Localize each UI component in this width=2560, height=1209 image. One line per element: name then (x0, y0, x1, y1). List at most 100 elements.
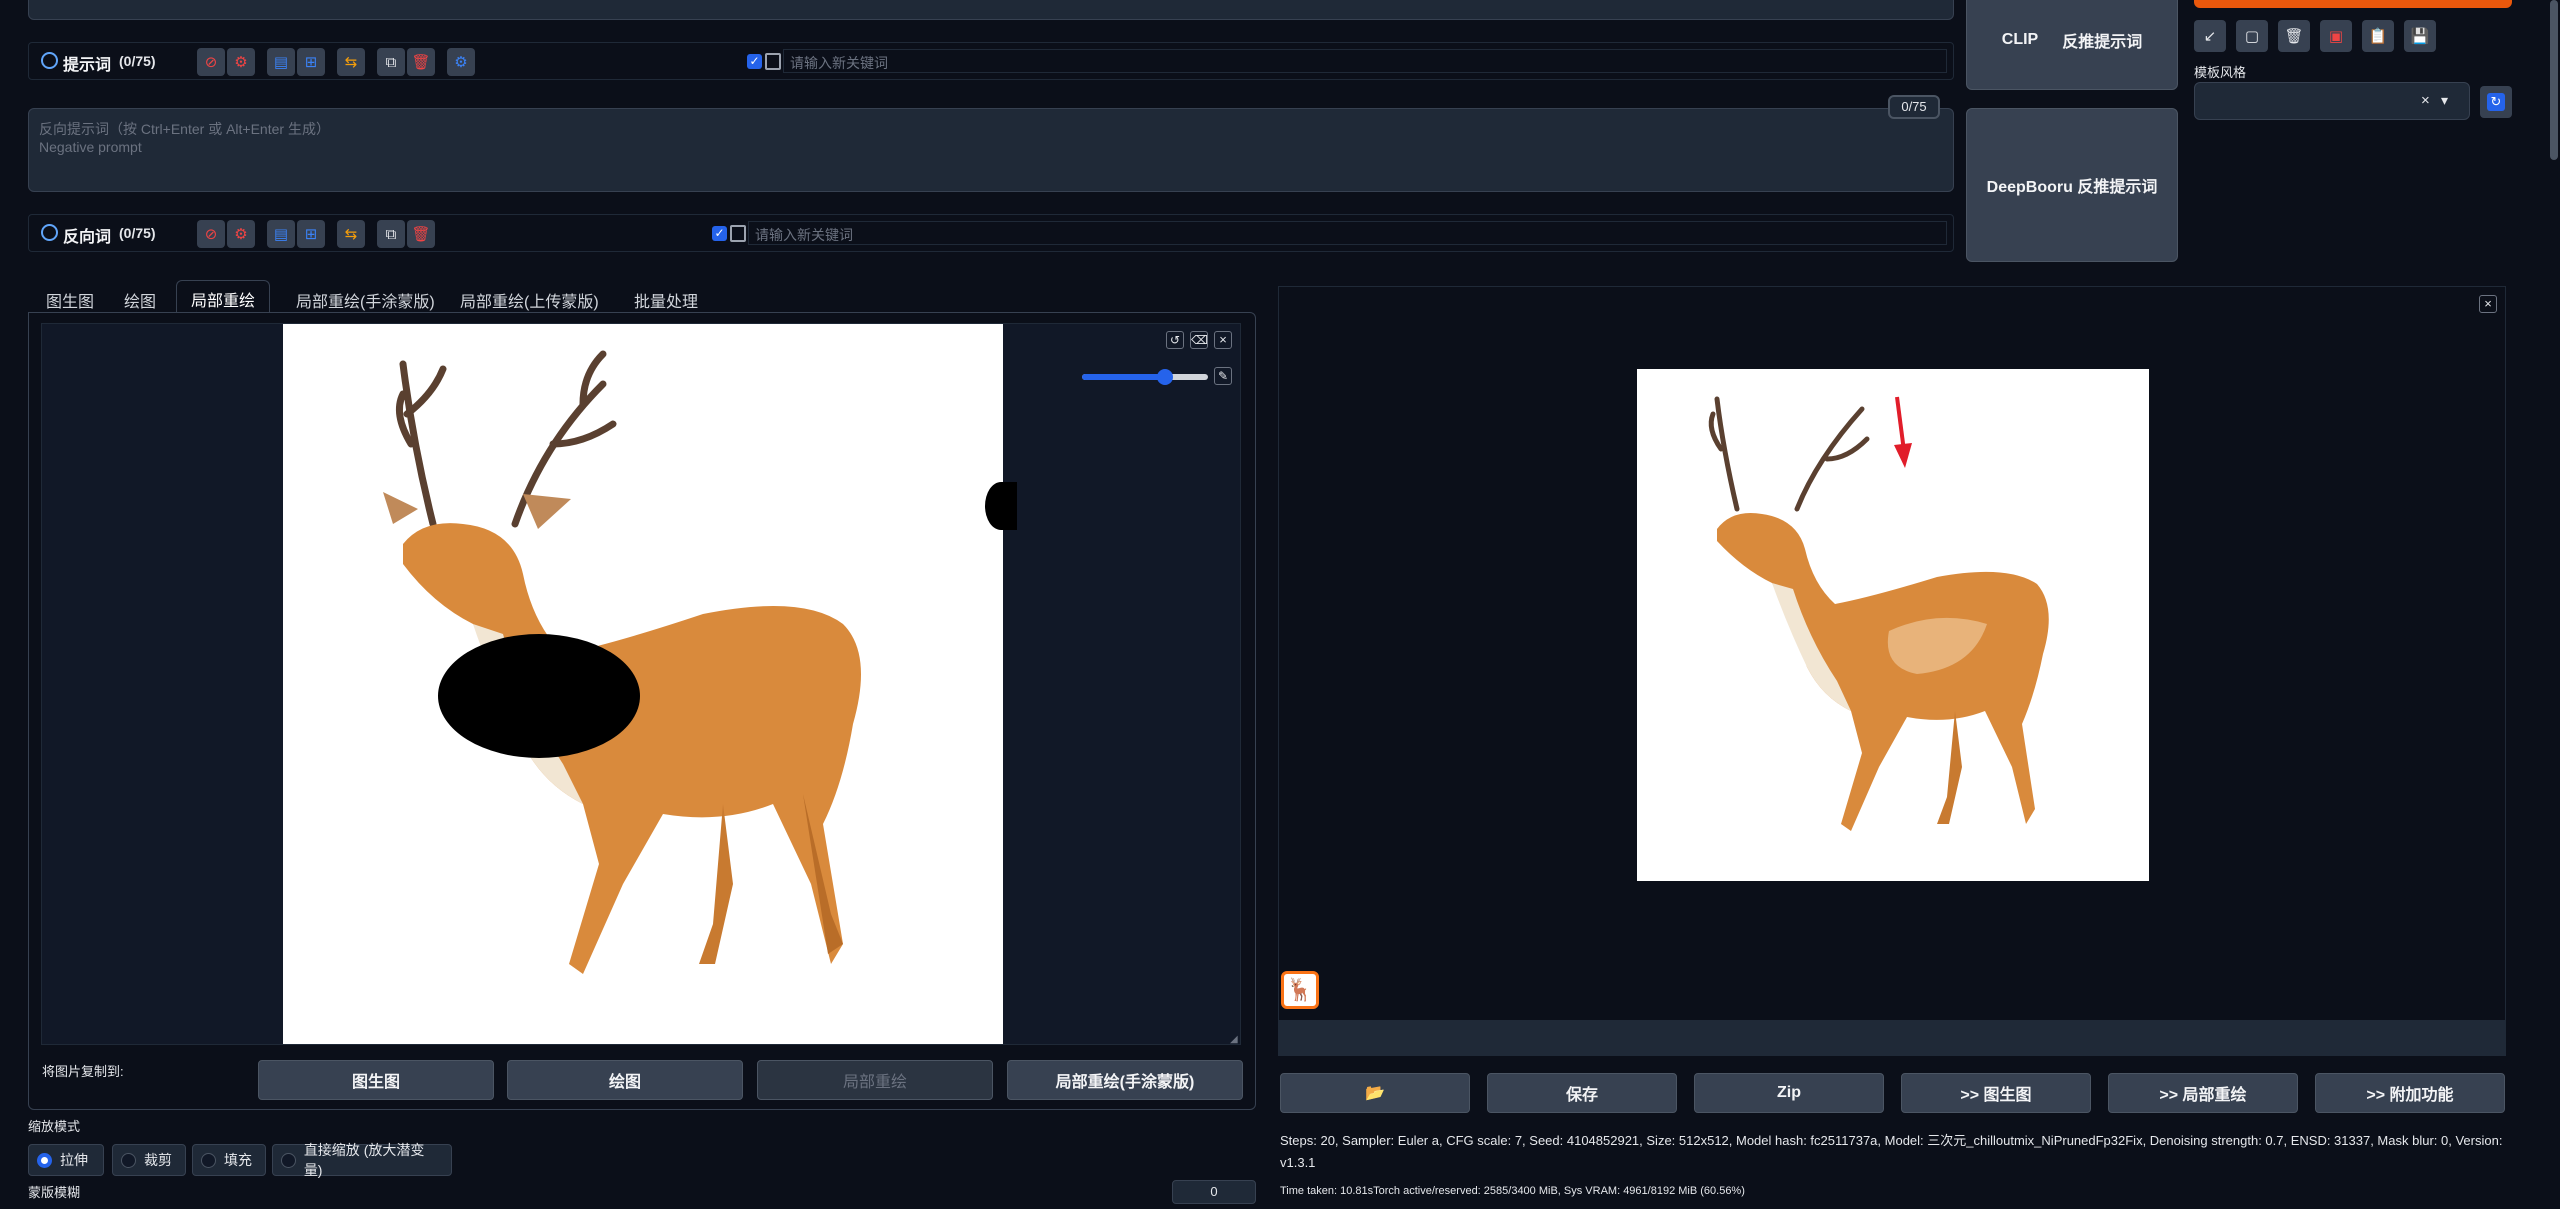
negative-trash-icon[interactable]: 🗑 (407, 220, 435, 248)
open-folder-button[interactable]: 📂 (1280, 1073, 1470, 1113)
negative-keyword-toggle-icon[interactable] (730, 225, 746, 242)
slider-fill (1082, 374, 1164, 380)
negative-collapse-icon[interactable] (41, 224, 58, 241)
resize-mode-crop[interactable]: 裁剪 (112, 1144, 186, 1176)
scrollbar-thumb[interactable] (2550, 0, 2558, 160)
generation-info: Steps: 20, Sampler: Euler a, CFG scale: … (1280, 1133, 2503, 1170)
brush-icon[interactable]: ✎ (1214, 367, 1232, 385)
trash-style-icon[interactable]: 🗑 (2278, 20, 2310, 52)
negative-keyword-input[interactable]: 请输入新关键词 (748, 221, 1947, 245)
send-to-img2img-button[interactable]: >> 图生图 (1901, 1073, 2091, 1113)
collapse-check-icon[interactable] (41, 52, 58, 69)
resize-mode-latent[interactable]: 直接缩放 (放大潜变量) (272, 1142, 452, 1178)
generate-button[interactable] (2194, 0, 2512, 8)
delete-all-icon[interactable]: ⊘ (197, 48, 225, 76)
styles-dropdown[interactable]: × ▾ (2194, 82, 2470, 120)
copy-prompt-icon[interactable]: ▤ (267, 48, 295, 76)
settings-red-icon[interactable]: ⚙ (227, 48, 255, 76)
inpaint-panel: ↺ ⌫ × ✎ ◢ 将图片复制到: 图生图 绘图 局部重绘 局部重绘(手涂蒙版) (28, 312, 1256, 1110)
translate-icon[interactable]: ⇆ (337, 48, 365, 76)
chevron-down-icon[interactable]: ▾ (2441, 92, 2448, 109)
output-gallery: × 🦌 (1278, 286, 2506, 1028)
time-info: Time taken: 10.81sTorch active/reserved:… (1280, 1185, 1745, 1197)
negative-settings-icon[interactable]: ⚙ (227, 220, 255, 248)
slider-knob[interactable] (1157, 369, 1173, 385)
gear-icon[interactable]: ⚙ (447, 48, 475, 76)
radio-dot (281, 1152, 296, 1168)
clear-prompt-icon[interactable]: ▢ (2236, 20, 2268, 52)
prompt-keyword-input[interactable]: 请输入新关键词 (783, 49, 1947, 73)
mask-blur-input[interactable]: 0 (1172, 1180, 1256, 1204)
deer-image (383, 350, 861, 974)
extra-networks-icon[interactable]: ▣ (2320, 20, 2352, 52)
clear-mask-icon[interactable]: ⌫ (1190, 331, 1208, 349)
inpaint-source-image[interactable] (283, 324, 1003, 1044)
paste-prompt-icon[interactable]: ↙ (2194, 20, 2226, 52)
radio-label: 拉伸 (60, 1152, 88, 1168)
styles-label: 模板风格 (2194, 65, 2247, 80)
resize-mode-stretch[interactable]: 拉伸 (28, 1144, 104, 1176)
mode-tabs: 图生图 绘图 局部重绘 局部重绘(手涂蒙版) 局部重绘(上传蒙版) 批量处理 (28, 278, 1256, 314)
negative-row-count: (0/75) (119, 225, 156, 241)
folder-icon: 📂 (1365, 1085, 1385, 1102)
apply-style-icon[interactable]: 📋 (2362, 20, 2394, 52)
negative-placeholder-line1: 反向提示词（按 Ctrl+Enter 或 Alt+Enter 生成） (39, 121, 330, 137)
negative-prompt-textarea[interactable]: 反向提示词（按 Ctrl+Enter 或 Alt+Enter 生成） Negat… (28, 108, 1954, 192)
mask-blur-label: 蒙版模糊 (28, 1185, 81, 1200)
copy-to-img2img-button[interactable]: 图生图 (258, 1060, 494, 1100)
resize-mode-fill[interactable]: 填充 (192, 1144, 266, 1176)
radio-label: 填充 (224, 1152, 252, 1168)
gallery-close-icon[interactable]: × (2479, 295, 2497, 313)
zip-button[interactable]: Zip (1694, 1073, 1884, 1113)
red-arrow-annotation (1894, 396, 1912, 468)
send-to-extras-button[interactable]: >> 附加功能 (2315, 1073, 2505, 1113)
gallery-thumbnail[interactable]: 🦌 (1281, 971, 1319, 1009)
send-to-inpaint-button[interactable]: >> 局部重绘 (2108, 1073, 2298, 1113)
save-style-icon[interactable]: 💾 (2404, 20, 2436, 52)
prompt-toolbar-row: 提示词 (0/75) ⊘ ⚙ ▤ ⊞ ⇆ ⧉ 🗑 ⚙ ✓ 请输入新关键词 (28, 42, 1954, 80)
negative-bookmark-icon[interactable]: ⊞ (297, 220, 325, 248)
negative-placeholder-line2: Negative prompt (39, 139, 142, 155)
copy-to-label: 将图片复制到: (42, 1064, 124, 1079)
radio-dot (37, 1152, 52, 1168)
copy-to-inpaint-button[interactable]: 局部重绘 (757, 1060, 993, 1100)
html-info-bar (1278, 1020, 2506, 1056)
close-icon[interactable]: × (1214, 331, 1232, 349)
deepbooru-interrogate-button[interactable]: DeepBooru 反推提示词 (1966, 108, 2178, 262)
clip-interrogate-button[interactable]: CLIP 反推提示词 (1966, 0, 2178, 90)
clip-sub-label: 反推提示词 (2062, 34, 2143, 51)
negative-token-counter: 0/75 (1888, 95, 1940, 119)
negative-delete-all-icon[interactable]: ⊘ (197, 220, 225, 248)
prompt-count: (0/75) (119, 53, 156, 69)
duplicate-icon[interactable]: ⧉ (377, 48, 405, 76)
clear-styles-icon[interactable]: × (2421, 92, 2430, 109)
negative-copy-icon[interactable]: ▤ (267, 220, 295, 248)
radio-label: 直接缩放 (放大潜变量) (303, 1142, 425, 1178)
negative-duplicate-icon[interactable]: ⧉ (377, 220, 405, 248)
prompt-textarea[interactable] (28, 0, 1954, 20)
brush-handle[interactable] (985, 482, 1017, 530)
style-tools-row: ↙ ▢ 🗑 ▣ 📋 💾 (2194, 20, 2436, 52)
copy-to-inpaint-sketch-button[interactable]: 局部重绘(手涂蒙版) (1007, 1060, 1243, 1100)
trash-icon[interactable]: 🗑 (407, 48, 435, 76)
negative-translate-icon[interactable]: ⇆ (337, 220, 365, 248)
negative-keyword-checkbox[interactable]: ✓ (712, 226, 727, 241)
undo-icon[interactable]: ↺ (1166, 331, 1184, 349)
negative-toolbar-row: 反向词 (0/75) ⊘ ⚙ ▤ ⊞ ⇆ ⧉ 🗑 ✓ 请输入新关键词 (28, 214, 1954, 252)
radio-label: 裁剪 (144, 1152, 172, 1168)
radio-dot (201, 1152, 216, 1168)
refresh-styles-icon[interactable]: ↻ (2480, 86, 2512, 118)
radio-dot (121, 1152, 136, 1168)
keyword-checkbox[interactable]: ✓ (747, 54, 762, 69)
resize-grip-icon[interactable]: ◢ (1230, 1034, 1238, 1045)
copy-to-sketch-button[interactable]: 绘图 (507, 1060, 743, 1100)
page-scrollbar[interactable] (2548, 0, 2560, 1209)
brush-size-slider[interactable] (1082, 369, 1208, 385)
inpaint-canvas[interactable]: ↺ ⌫ × ✎ ◢ (41, 323, 1241, 1045)
bookmark-icon[interactable]: ⊞ (297, 48, 325, 76)
resize-mode-label: 缩放模式 (28, 1119, 81, 1134)
save-button[interactable]: 保存 (1487, 1073, 1677, 1113)
keyword-toggle-icon[interactable] (765, 53, 781, 70)
tab-inpaint[interactable]: 局部重绘 (176, 280, 271, 314)
prompt-label: 提示词 (63, 57, 112, 74)
